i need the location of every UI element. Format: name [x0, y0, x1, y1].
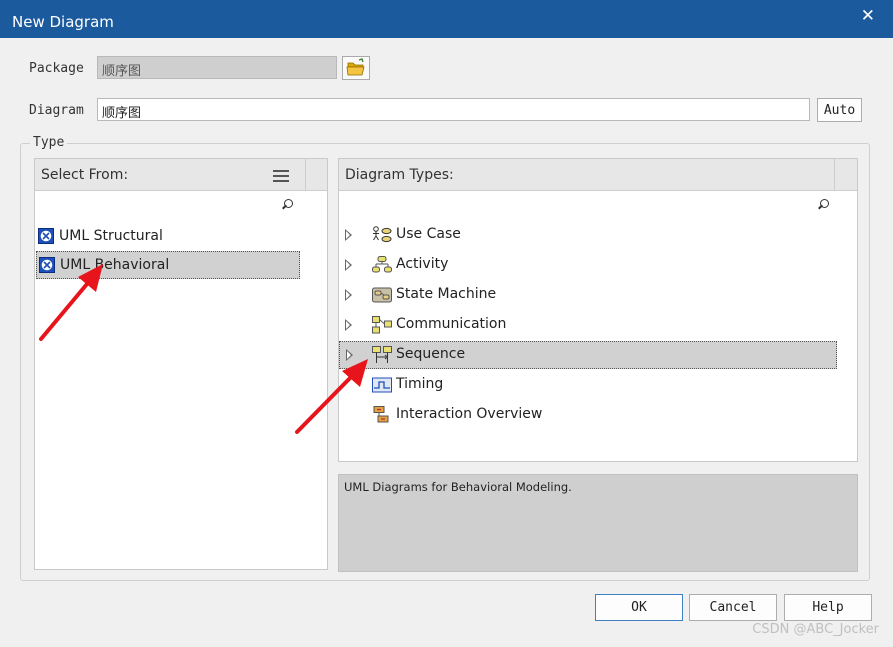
- diagram-types-panel: Diagram Types: Use Case Activity State M…: [338, 158, 858, 462]
- cancel-button[interactable]: Cancel: [689, 594, 777, 621]
- expand-arrow-icon[interactable]: [345, 289, 352, 301]
- timing-icon: [372, 377, 392, 393]
- watermark-text: CSDN @ABC_Jocker: [752, 622, 879, 637]
- diagram-name-input[interactable]: 顺序图: [97, 98, 810, 121]
- diagram-types-title: Diagram Types:: [345, 167, 454, 183]
- search-icon[interactable]: [281, 199, 293, 211]
- window-title: New Diagram: [12, 13, 114, 31]
- auto-button[interactable]: Auto: [817, 98, 862, 122]
- tree-item-sequence[interactable]: Sequence: [339, 341, 837, 369]
- tree-item-label: State Machine: [396, 286, 497, 302]
- title-bar: New Diagram ✕: [0, 0, 893, 38]
- expand-arrow-icon[interactable]: [345, 229, 352, 241]
- list-item-label: UML Structural: [59, 228, 163, 244]
- help-button[interactable]: Help: [784, 594, 872, 621]
- sequence-icon: [372, 346, 392, 363]
- tree-item-communication[interactable]: Communication: [339, 311, 839, 339]
- description-box: UML Diagrams for Behavioral Modeling.: [338, 474, 858, 572]
- browse-package-button[interactable]: [342, 56, 370, 80]
- expand-arrow-icon[interactable]: [345, 259, 352, 271]
- close-icon[interactable]: ✕: [861, 6, 875, 26]
- state-machine-icon: [372, 287, 392, 303]
- list-item-uml-structural[interactable]: UML Structural: [36, 222, 300, 250]
- tree-item-interaction-overview[interactable]: Interaction Overview: [339, 401, 839, 429]
- select-from-title: Select From:: [41, 167, 129, 183]
- package-label: Package: [29, 61, 84, 76]
- list-item-uml-behavioral[interactable]: UML Behavioral: [36, 251, 300, 279]
- uml-package-icon: [39, 257, 55, 273]
- activity-icon: [372, 256, 392, 273]
- menu-icon[interactable]: [273, 170, 289, 182]
- expand-arrow-icon[interactable]: [345, 319, 352, 331]
- diagram-label: Diagram: [29, 103, 84, 118]
- select-from-header: Select From:: [35, 159, 327, 191]
- package-field: 顺序图: [97, 56, 337, 79]
- tree-item-label: Interaction Overview: [396, 406, 543, 422]
- use-case-icon: [373, 226, 392, 243]
- tree-item-label: Use Case: [396, 226, 461, 242]
- uml-package-icon: [38, 228, 54, 244]
- type-group-label: Type: [30, 135, 68, 150]
- expand-arrow-icon[interactable]: [346, 349, 353, 361]
- tree-item-use-case[interactable]: Use Case: [339, 221, 839, 249]
- select-from-panel: Select From: UML Structural UML Behavior…: [34, 158, 328, 570]
- ok-button[interactable]: OK: [595, 594, 683, 621]
- search-icon[interactable]: [817, 199, 829, 211]
- communication-icon: [372, 316, 392, 334]
- folder-open-icon: [346, 58, 365, 76]
- tree-item-label: Communication: [396, 316, 507, 332]
- tree-item-label: Activity: [396, 256, 449, 272]
- tree-item-label: Timing: [396, 376, 444, 392]
- diagram-types-header: Diagram Types:: [339, 159, 857, 191]
- tree-item-timing[interactable]: Timing: [339, 371, 839, 399]
- tree-item-state-machine[interactable]: State Machine: [339, 281, 839, 309]
- tree-item-label: Sequence: [396, 346, 466, 362]
- tree-item-activity[interactable]: Activity: [339, 251, 839, 279]
- interaction-overview-icon: [373, 406, 389, 423]
- list-item-label: UML Behavioral: [60, 257, 170, 273]
